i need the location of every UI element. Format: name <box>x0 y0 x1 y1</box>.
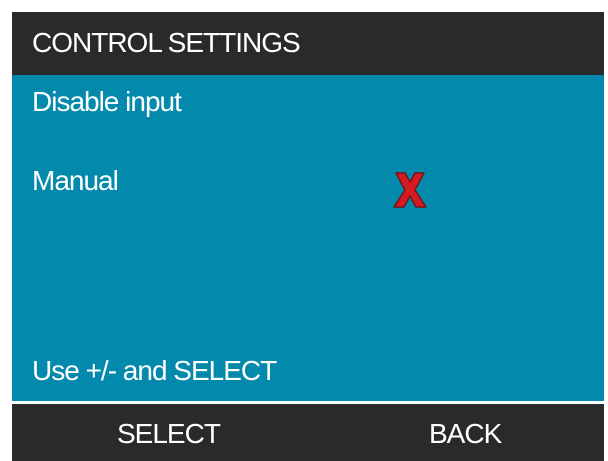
x-mark-icon <box>388 168 432 212</box>
select-button[interactable]: SELECT <box>117 418 221 450</box>
back-button[interactable]: BACK <box>429 418 502 450</box>
manual-option[interactable]: Manual <box>32 165 119 197</box>
instruction-text: Use +/- and SELECT <box>32 355 277 386</box>
header-bar: CONTROL SETTINGS <box>12 12 604 75</box>
screen-title: CONTROL SETTINGS <box>32 27 301 58</box>
control-settings-screen: CONTROL SETTINGS Disable input Manual Us… <box>12 12 604 461</box>
footer-bar: SELECT BACK <box>12 404 604 461</box>
disable-input-title: Disable input <box>32 86 182 117</box>
